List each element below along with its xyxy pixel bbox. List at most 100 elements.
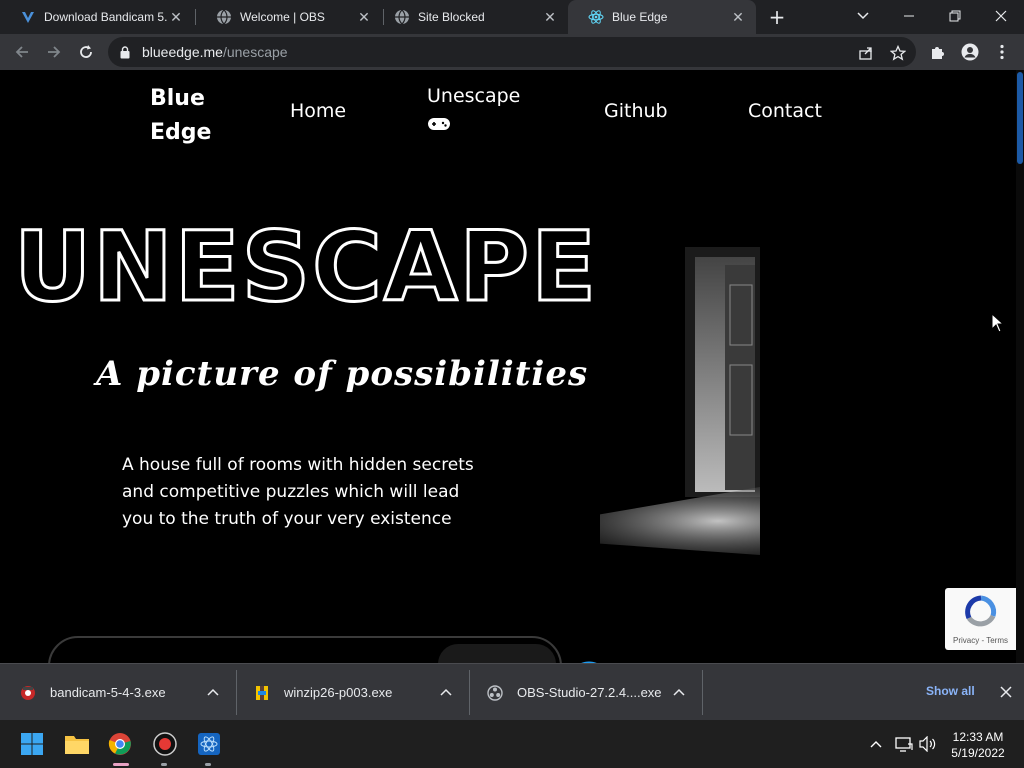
running-app-indicator xyxy=(161,763,167,766)
tab-blue-edge[interactable]: Blue Edge ✕ xyxy=(568,0,756,34)
url-path: /unescape xyxy=(222,44,288,60)
globe-icon xyxy=(216,9,232,25)
back-button[interactable] xyxy=(10,40,34,64)
window-close-button[interactable] xyxy=(978,0,1024,32)
nav-contact[interactable]: Contact xyxy=(748,100,822,122)
brand-line-1: Blue xyxy=(150,86,205,111)
file-explorer-button[interactable] xyxy=(63,730,91,758)
bookmark-star-icon[interactable] xyxy=(888,43,908,63)
windows-taskbar: 12:33 AM 5/19/2022 xyxy=(0,720,1024,768)
site-logo[interactable]: Blue Edge xyxy=(150,82,211,150)
mouse-cursor-icon xyxy=(991,313,1005,333)
tab-search-button[interactable] xyxy=(840,0,886,32)
brand-line-2: Edge xyxy=(150,120,212,145)
winzip-icon xyxy=(254,685,270,701)
active-app-indicator xyxy=(113,763,129,766)
extensions-button[interactable] xyxy=(926,40,950,64)
minimize-button[interactable] xyxy=(886,0,932,32)
record-icon xyxy=(153,732,177,756)
chrome-button[interactable] xyxy=(106,730,134,758)
recaptcha-links[interactable]: Privacy - Terms xyxy=(945,636,1016,645)
clock-time: 12:33 AM xyxy=(952,730,1004,744)
url-host: blueedge.me xyxy=(142,44,223,60)
chrome-icon xyxy=(108,733,131,755)
download-bar: bandicam-5-4-3.exe winzip26-p003.exe OBS… xyxy=(0,663,1024,720)
download-filename: OBS-Studio-27.2.4....exe xyxy=(517,685,662,700)
arrow-right-icon xyxy=(48,46,61,58)
tab-site-blocked[interactable]: Site Blocked ✕ xyxy=(374,0,568,34)
recaptcha-badge[interactable]: Privacy - Terms xyxy=(945,588,1016,650)
restore-icon xyxy=(949,10,961,22)
hero-title: UNESCAPE UNESCAPE xyxy=(14,220,598,310)
download-item[interactable]: winzip26-p003.exe xyxy=(254,664,392,721)
profile-button[interactable] xyxy=(958,40,982,64)
menu-button[interactable] xyxy=(990,40,1014,64)
page-scrollbar[interactable] xyxy=(1016,70,1024,663)
system-clock[interactable]: 12:33 AM 5/19/2022 xyxy=(946,729,1010,761)
close-icon[interactable]: ✕ xyxy=(168,9,184,25)
chevron-up-icon[interactable] xyxy=(672,685,686,699)
twitter-bird-icon xyxy=(572,654,606,663)
close-icon[interactable]: ✕ xyxy=(730,9,746,25)
obs-icon xyxy=(487,684,503,701)
share-icon[interactable] xyxy=(856,43,876,63)
tab-strip: Download Bandicam 5. ✕ Welcome | OBS ✕ S… xyxy=(0,0,1024,34)
restore-button[interactable] xyxy=(932,0,978,32)
reload-button[interactable] xyxy=(74,40,98,64)
show-all-downloads-link[interactable]: Show all xyxy=(926,684,975,698)
bandicam-icon xyxy=(20,685,36,701)
chevron-up-icon[interactable] xyxy=(439,685,453,699)
windows-logo-icon xyxy=(21,733,43,755)
download-divider xyxy=(236,670,237,715)
speaker-icon xyxy=(919,736,936,752)
close-icon[interactable] xyxy=(998,684,1014,700)
cta-button[interactable] xyxy=(438,644,556,663)
tab-bandicam[interactable]: Download Bandicam 5. ✕ xyxy=(0,0,194,34)
tagline: A picture of possibilities xyxy=(96,354,589,394)
download-item[interactable]: bandicam-5-4-3.exe xyxy=(20,664,166,721)
bandicam-icon xyxy=(20,9,36,25)
clock-date: 5/19/2022 xyxy=(951,746,1005,760)
arrow-left-icon xyxy=(15,46,28,58)
close-icon xyxy=(995,10,1007,22)
address-bar[interactable]: blueedge.me/unescape xyxy=(108,37,916,67)
avatar-icon xyxy=(961,43,979,61)
download-divider xyxy=(469,670,470,715)
running-app-indicator xyxy=(205,763,211,766)
forward-button[interactable] xyxy=(42,40,66,64)
volume-button[interactable] xyxy=(918,734,938,754)
network-button[interactable] xyxy=(894,734,914,754)
start-button[interactable] xyxy=(18,730,46,758)
show-hidden-icons-button[interactable] xyxy=(866,734,886,754)
folder-icon xyxy=(65,736,89,754)
close-icon[interactable]: ✕ xyxy=(542,9,558,25)
download-filename: winzip26-p003.exe xyxy=(284,685,393,700)
download-filename: bandicam-5-4-3.exe xyxy=(50,685,166,700)
tab-obs[interactable]: Welcome | OBS ✕ xyxy=(196,0,382,34)
nav-github[interactable]: Github xyxy=(604,100,668,122)
network-icon xyxy=(895,737,913,752)
kebab-menu-icon xyxy=(1000,44,1004,60)
download-item[interactable]: OBS-Studio-27.2.4....exe xyxy=(487,664,662,721)
new-tab-button[interactable]: + xyxy=(766,5,788,29)
reload-icon xyxy=(80,45,92,58)
url-text: blueedge.me/unescape xyxy=(142,44,288,60)
chevron-up-icon[interactable] xyxy=(206,685,220,699)
download-divider xyxy=(702,670,703,715)
nav-home[interactable]: Home xyxy=(290,100,346,122)
nav-unescape[interactable]: Unescape xyxy=(427,85,520,107)
puzzle-icon xyxy=(932,47,944,59)
tab-title: Blue Edge xyxy=(612,10,668,24)
minimize-icon xyxy=(904,15,914,17)
recaptcha-icon xyxy=(965,595,997,627)
app-taskbar-button[interactable] xyxy=(195,730,223,758)
chevron-down-icon xyxy=(857,12,869,20)
globe-icon xyxy=(394,9,410,25)
gamepad-icon xyxy=(427,116,451,135)
web-page: Blue Edge Home Unescape Github Contact U… xyxy=(0,70,1016,663)
tab-title: Welcome | OBS xyxy=(240,10,325,24)
scrollbar-thumb[interactable] xyxy=(1017,72,1023,164)
chevron-up-icon xyxy=(870,741,882,748)
close-icon[interactable]: ✕ xyxy=(356,9,372,25)
bandicam-taskbar-button[interactable] xyxy=(151,730,179,758)
